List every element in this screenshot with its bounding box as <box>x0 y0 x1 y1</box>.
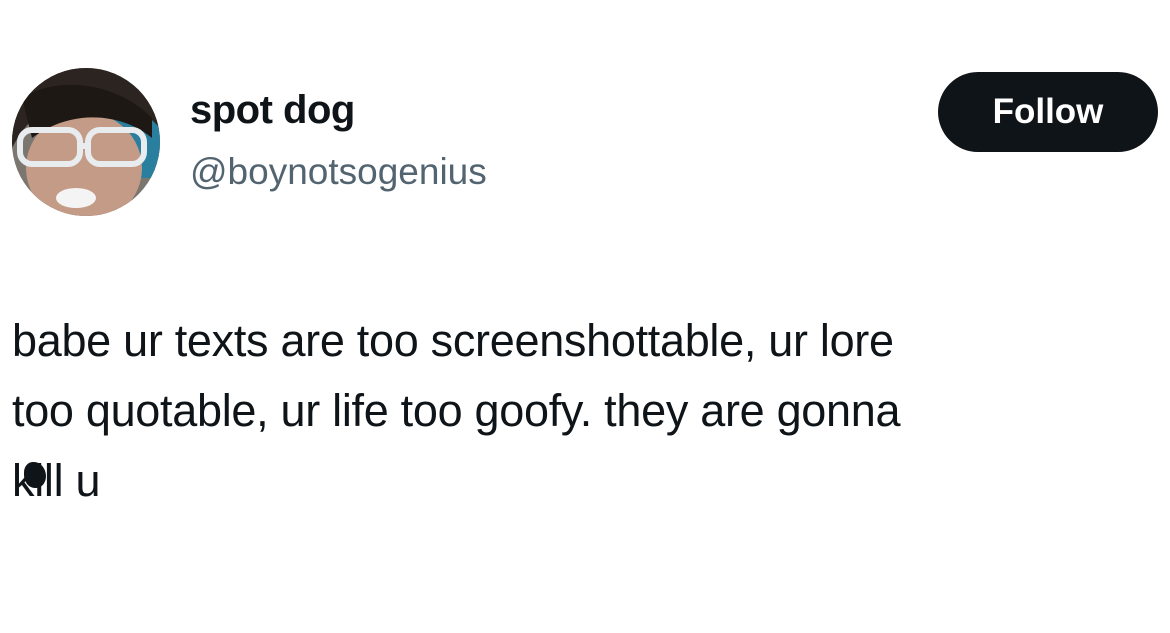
follow-button[interactable]: Follow <box>938 72 1158 152</box>
tweet-text-line: kill u <box>12 446 1162 516</box>
avatar[interactable] <box>12 68 160 216</box>
tweet-text: babe ur texts are too screenshottable, u… <box>12 306 1162 516</box>
tweet-card: spot dog @boynotsogenius Follow babe ur … <box>0 0 1170 633</box>
tweet-text-line: babe ur texts are too screenshottable, u… <box>12 315 894 366</box>
author-display-name[interactable]: spot dog <box>190 88 355 133</box>
censor-blot-icon <box>24 462 46 488</box>
author-handle[interactable]: @boynotsogenius <box>190 151 487 193</box>
tweet-text-line: too quotable, ur life too goofy. they ar… <box>12 385 901 436</box>
censored-word: kill <box>12 446 64 516</box>
avatar-photo-icon <box>12 68 160 216</box>
tweet-text-tail: u <box>63 455 101 506</box>
